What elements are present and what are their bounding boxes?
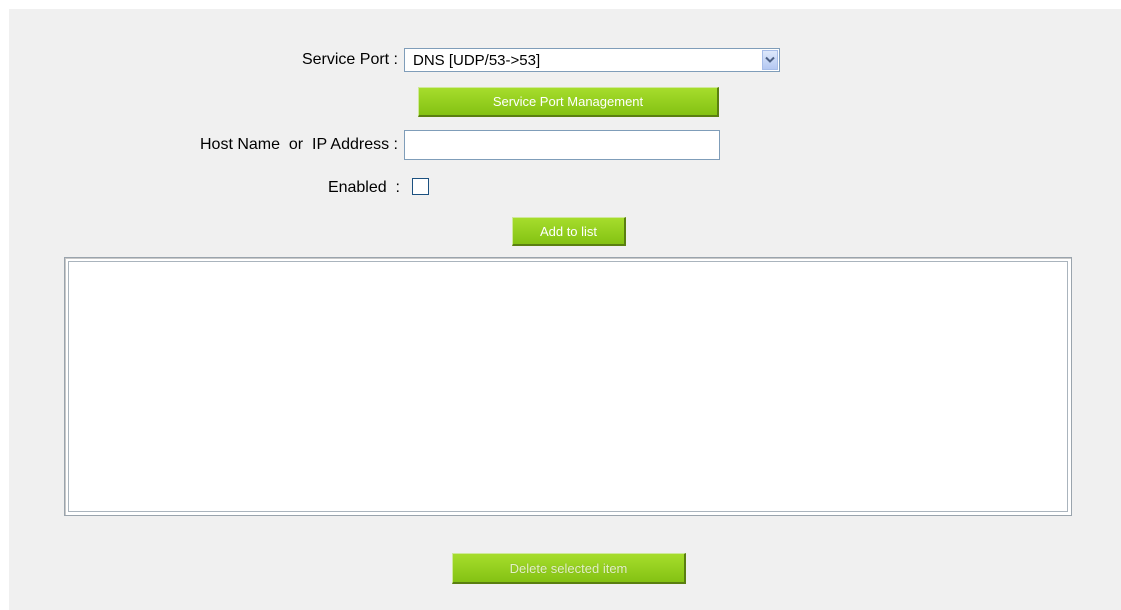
entry-listbox[interactable] <box>64 257 1072 516</box>
delete-selected-item-button[interactable]: Delete selected item <box>452 553 686 584</box>
service-port-management-button[interactable]: Service Port Management <box>418 87 719 117</box>
chevron-down-icon[interactable] <box>762 50 778 70</box>
service-port-label: Service Port : <box>301 51 398 68</box>
enabled-checkbox[interactable] <box>412 178 429 195</box>
enabled-label: Enabled : <box>327 179 400 196</box>
add-to-list-button[interactable]: Add to list <box>512 217 626 246</box>
host-ip-input[interactable] <box>404 130 720 160</box>
service-port-select[interactable]: DNS [UDP/53->53] <box>404 48 780 72</box>
service-port-value: DNS [UDP/53->53] <box>413 52 541 69</box>
host-ip-label: Host Name or IP Address : <box>199 136 398 153</box>
